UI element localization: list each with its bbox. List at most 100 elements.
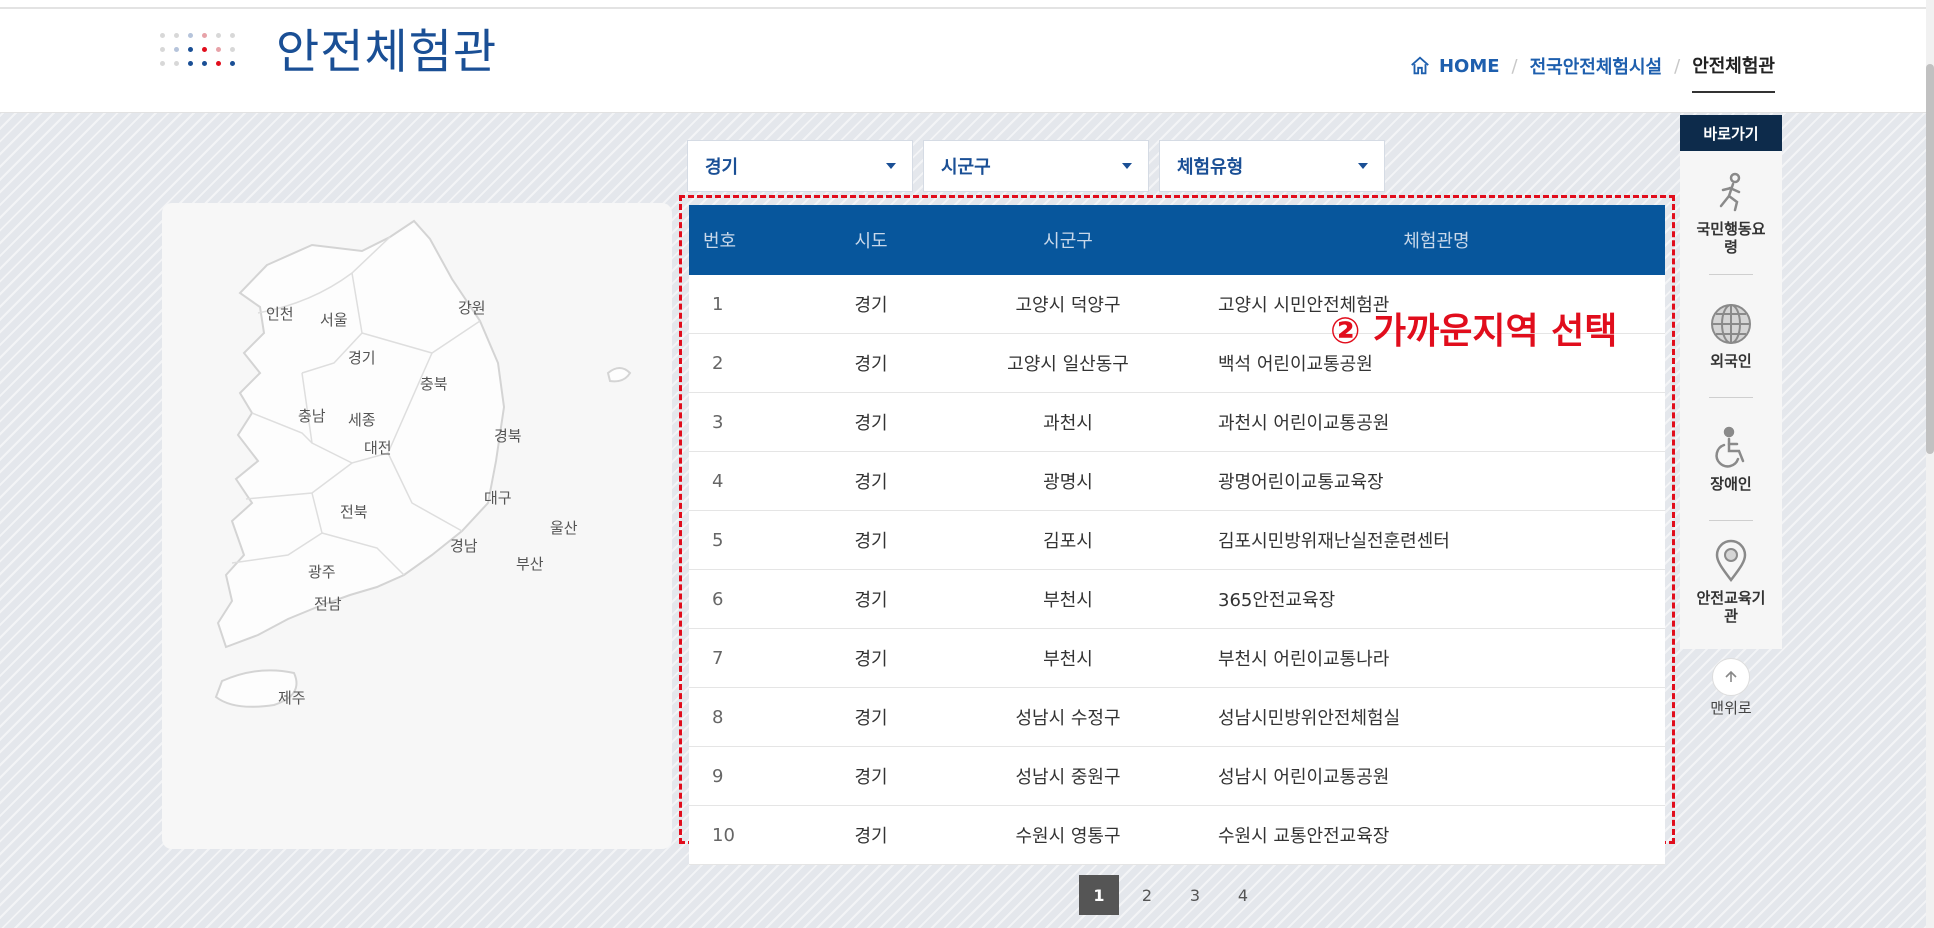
- header-sido: 시도: [854, 231, 888, 252]
- quick-item-education-institution[interactable]: 안전교육기관: [1680, 520, 1782, 643]
- cell-sigungu: 고양시 일산동구: [928, 333, 1208, 393]
- chevron-down-icon: [1358, 163, 1368, 169]
- cell-sigungu: 부천시: [928, 569, 1208, 629]
- cell-number: 1: [689, 275, 814, 334]
- cell-number: 6: [689, 569, 814, 629]
- cell-sido: 경기: [814, 392, 928, 452]
- page-3-button[interactable]: 3: [1175, 875, 1215, 915]
- region-incheon[interactable]: 인천: [266, 303, 294, 324]
- table-row[interactable]: 7 경기 부천시 부천시 어린이교통나라: [689, 628, 1665, 688]
- sido-select-value: 경기: [705, 157, 739, 178]
- cell-sido: 경기: [814, 687, 928, 747]
- cell-number: 3: [689, 392, 814, 452]
- person-running-icon: [1719, 172, 1741, 211]
- sigungu-select-value: 시군구: [941, 157, 991, 178]
- cell-sido: 경기: [814, 275, 928, 334]
- cell-sigungu: 광명시: [928, 451, 1208, 511]
- header-sigungu: 시군구: [1043, 231, 1093, 252]
- breadcrumb-home-link[interactable]: HOME: [1439, 56, 1500, 77]
- region-gyeongnam[interactable]: 경남: [450, 535, 478, 556]
- chevron-down-icon: [886, 163, 896, 169]
- region-ulsan[interactable]: 울산: [550, 517, 578, 538]
- region-seoul[interactable]: 서울: [320, 309, 348, 330]
- logo-dots: [160, 33, 242, 77]
- quick-item-label: 장애인: [1710, 474, 1752, 493]
- cell-facility-name: 과천시 어린이교통공원: [1208, 392, 1665, 452]
- region-gwangju[interactable]: 광주: [308, 561, 336, 582]
- home-icon[interactable]: [1409, 55, 1431, 77]
- quick-menu-list: 국민행동요령 외국인 장애인 안전교육기관: [1680, 151, 1782, 649]
- cell-sigungu: 성남시 중원구: [928, 746, 1208, 806]
- globe-icon: [1711, 303, 1751, 344]
- korea-map: [214, 219, 632, 708]
- page-2-button[interactable]: 2: [1127, 875, 1167, 915]
- table-row[interactable]: 9 경기 성남시 중원구 성남시 어린이교통공원: [689, 746, 1665, 806]
- cell-sigungu: 과천시: [928, 392, 1208, 452]
- ulleung-shape: [606, 367, 632, 383]
- sido-select[interactable]: 경기: [687, 140, 913, 192]
- cell-number: 7: [689, 628, 814, 688]
- sigungu-select[interactable]: 시군구: [923, 140, 1149, 192]
- breadcrumb-separator: /: [1511, 55, 1518, 77]
- table-row[interactable]: 8 경기 성남시 수정구 성남시민방위안전체험실: [689, 687, 1665, 747]
- page-scrollbar[interactable]: [1926, 0, 1934, 928]
- quick-item-label: 외국인: [1710, 351, 1752, 370]
- header-facility-name: 체험관명: [1403, 231, 1470, 252]
- scrollbar-thumb[interactable]: [1926, 64, 1934, 454]
- region-jeju[interactable]: 제주: [278, 687, 306, 708]
- quick-item-action-guide[interactable]: 국민행동요령: [1680, 151, 1782, 274]
- quick-item-label: 안전교육기관: [1696, 588, 1766, 625]
- quick-menu-title: 바로가기: [1680, 115, 1782, 151]
- facility-table-highlight: 번호 시도 시군구 체험관명 1 경기 고양시 덕양구 고양시 시민안전체험관 2 경기 고…: [679, 195, 1675, 865]
- cell-sido: 경기: [814, 451, 928, 511]
- breadcrumb: HOME / 전국안전체험시설 / 안전체험관: [1409, 39, 1775, 93]
- cell-sido: 경기: [814, 569, 928, 629]
- cell-sigungu: 김포시: [928, 510, 1208, 570]
- quick-item-foreigner[interactable]: 외국인: [1680, 274, 1782, 397]
- region-daejeon[interactable]: 대전: [364, 437, 392, 458]
- wheelchair-icon: [1715, 426, 1745, 468]
- scroll-top-label: 맨위로: [1710, 699, 1752, 717]
- header-number: 번호: [703, 231, 737, 252]
- scroll-top-button[interactable]: [1712, 658, 1750, 696]
- experience-type-select[interactable]: 체험유형: [1159, 140, 1385, 192]
- breadcrumb-facilities-link[interactable]: 전국안전체험시설: [1530, 53, 1662, 79]
- cell-facility-name: 수원시 교통안전교육장: [1208, 805, 1665, 865]
- cell-sido: 경기: [814, 628, 928, 688]
- region-gyeongbuk[interactable]: 경북: [494, 425, 522, 446]
- page-1-button[interactable]: 1: [1079, 875, 1119, 915]
- region-sejong[interactable]: 세종: [348, 409, 376, 430]
- chevron-down-icon: [1122, 163, 1132, 169]
- page-4-button[interactable]: 4: [1223, 875, 1263, 915]
- table-row[interactable]: 4 경기 광명시 광명어린이교통교육장: [689, 451, 1665, 511]
- table-row[interactable]: 10 경기 수원시 영통구 수원시 교통안전교육장: [689, 805, 1665, 865]
- location-pin-icon: [1715, 539, 1747, 582]
- region-daegu[interactable]: 대구: [484, 487, 512, 508]
- cell-sido: 경기: [814, 333, 928, 393]
- region-busan[interactable]: 부산: [516, 553, 544, 574]
- cell-sigungu: 수원시 영통구: [928, 805, 1208, 865]
- region-chungnam[interactable]: 충남: [298, 405, 326, 426]
- cell-sigungu: 성남시 수정구: [928, 687, 1208, 747]
- cell-number: 10: [689, 805, 814, 865]
- site-header: 안전체험관 HOME / 전국안전체험시설 / 안전체험관: [0, 9, 1934, 113]
- cell-sigungu: 부천시: [928, 628, 1208, 688]
- region-jeonbuk[interactable]: 전북: [340, 501, 368, 522]
- experience-type-select-value: 체험유형: [1177, 157, 1244, 178]
- cell-number: 9: [689, 746, 814, 806]
- mainland-shape: [216, 219, 506, 649]
- korea-map-panel: 인천 서울 강원 경기 충북 충남 세종 대전 경북 대구 전북 울산 경남 부…: [162, 203, 672, 849]
- region-gangwon[interactable]: 강원: [458, 297, 486, 318]
- table-row[interactable]: 6 경기 부천시 365안전교육장: [689, 569, 1665, 629]
- region-chungbuk[interactable]: 충북: [420, 373, 448, 394]
- region-gyeonggi[interactable]: 경기: [348, 347, 376, 368]
- table-row[interactable]: 5 경기 김포시 김포시민방위재난실전훈련센터: [689, 510, 1665, 570]
- cell-sigungu: 고양시 덕양구: [928, 275, 1208, 334]
- region-jeonnam[interactable]: 전남: [314, 593, 342, 614]
- table-row[interactable]: 3 경기 과천시 과천시 어린이교통공원: [689, 392, 1665, 452]
- cell-number: 5: [689, 510, 814, 570]
- cell-facility-name: 365안전교육장: [1208, 569, 1665, 629]
- quick-item-disabled[interactable]: 장애인: [1680, 397, 1782, 520]
- cell-number: 8: [689, 687, 814, 747]
- cell-facility-name: 광명어린이교통교육장: [1208, 451, 1665, 511]
